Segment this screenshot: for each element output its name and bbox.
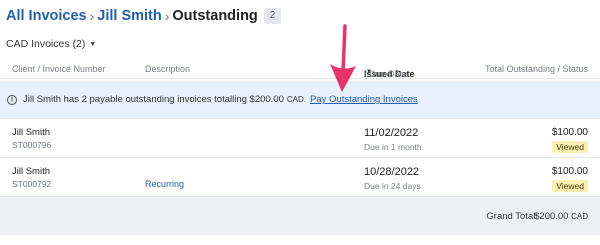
chevron-right-icon: ›	[164, 8, 170, 24]
banner-currency: CAD.	[286, 95, 307, 104]
issued-date: 11/02/2022	[364, 127, 419, 139]
grand-total-footer: Grand Total: $200.00 CAD	[0, 197, 600, 235]
info-banner: i Jill Smith has 2 payable outstanding i…	[0, 81, 600, 119]
breadcrumb: All Invoices › Jill Smith › Outstanding …	[6, 6, 282, 26]
currency-filter-dropdown[interactable]: CAD Invoices (2) ▼	[6, 38, 96, 50]
due-date: Due in 1 month	[364, 142, 422, 152]
grand-total-currency: CAD	[571, 212, 588, 221]
column-header-description: Description	[145, 64, 191, 74]
caret-down-icon: ▼	[89, 40, 97, 48]
table-row[interactable]: Jill Smith ST000796 11/02/2022 Due in 1 …	[0, 120, 600, 158]
grand-total-amount: $200.00	[534, 211, 569, 222]
column-header-total: Total Outstanding / Status	[484, 64, 588, 74]
grand-total-label: Grand Total:	[486, 211, 538, 222]
chevron-right-icon: ›	[89, 8, 95, 24]
currency-filter-label: CAD Invoices (2)	[6, 38, 86, 50]
status-badge: Viewed	[552, 180, 588, 192]
table-header: Client / Invoice Number Description Issu…	[0, 59, 600, 79]
pay-outstanding-invoices-link[interactable]: Pay Outstanding Invoices	[310, 94, 418, 105]
column-header-due-date: / Due Date	[364, 69, 408, 79]
due-date: Due in 24 days	[364, 181, 421, 191]
column-header-client: Client / Invoice Number	[12, 64, 106, 74]
invoice-amount: $100.00	[551, 166, 588, 177]
breadcrumb-client[interactable]: Jill Smith	[97, 8, 161, 24]
table-row[interactable]: Jill Smith ST000792 Recurring 10/28/2022…	[0, 159, 600, 197]
info-icon: i	[7, 94, 17, 105]
grand-total-value: $200.00 CAD	[534, 211, 588, 222]
invoice-number: ST000792	[12, 179, 52, 189]
invoice-amount: $100.00	[551, 127, 588, 138]
breadcrumb-all-invoices[interactable]: All Invoices	[6, 8, 87, 24]
invoice-number: ST000796	[12, 140, 52, 150]
client-name: Jill Smith	[12, 166, 51, 177]
client-name: Jill Smith	[12, 127, 51, 138]
issued-date: 10/28/2022	[364, 166, 420, 178]
page-title: Outstanding	[172, 8, 258, 24]
count-badge: 2	[263, 8, 282, 24]
recurring-link[interactable]: Recurring	[145, 179, 184, 189]
status-badge: Viewed	[552, 141, 588, 153]
banner-text: Jill Smith has 2 payable outstanding inv…	[23, 94, 284, 105]
